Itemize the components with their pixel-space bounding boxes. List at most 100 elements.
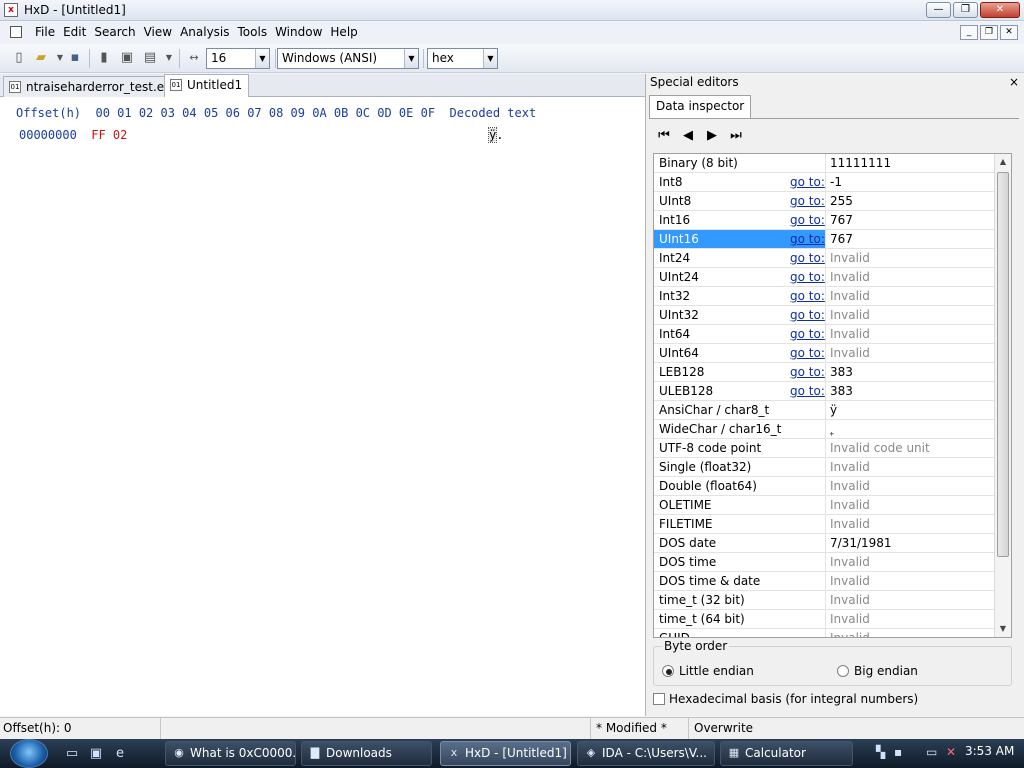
hex-row[interactable]: 00000000 FF 02 xyxy=(19,128,127,142)
close-icon[interactable]: ✕ xyxy=(980,2,1020,18)
table-row[interactable]: Binary (8 bit) 11111111 xyxy=(654,154,995,173)
goto-link[interactable]: go to: xyxy=(790,249,825,267)
row-value[interactable]: 767 xyxy=(830,230,853,248)
row-value[interactable]: Invalid xyxy=(830,553,870,571)
row-value[interactable]: 767 xyxy=(830,211,853,229)
table-row[interactable]: AnsiChar / char8_t ÿ xyxy=(654,401,995,420)
row-value[interactable]: 255 xyxy=(830,192,853,210)
menu-analysis[interactable]: Analysis xyxy=(176,25,233,39)
scroll-thumb[interactable] xyxy=(997,172,1009,557)
table-row[interactable]: UInt32 go to: Invalid xyxy=(654,306,995,325)
open-dropdown-icon[interactable]: ▼ xyxy=(52,50,68,66)
tray-app-icon[interactable]: ▪ xyxy=(894,745,902,759)
start-button[interactable] xyxy=(10,739,48,768)
row-value[interactable]: ˿ xyxy=(830,420,834,438)
last-icon[interactable]: ⏭ xyxy=(728,128,744,143)
tab-data-inspector[interactable]: Data inspector xyxy=(649,95,752,118)
panel-close-icon[interactable]: × xyxy=(1009,74,1019,91)
display-icon[interactable]: ▭ xyxy=(926,745,937,759)
minimize-icon[interactable]: — xyxy=(926,2,951,18)
taskbar-button[interactable]: ▇ Downloads xyxy=(301,741,432,766)
row-value[interactable]: 383 xyxy=(830,382,853,400)
chevron-down-icon[interactable]: ▼ xyxy=(404,49,418,68)
radio-selected-icon[interactable] xyxy=(662,665,674,677)
row-value[interactable]: Invalid xyxy=(830,287,870,305)
bytes-per-row-select[interactable]: 16 ▼ xyxy=(206,48,270,69)
menu-file[interactable]: File xyxy=(31,25,59,39)
row-value[interactable]: Invalid xyxy=(830,629,870,637)
show-desktop-icon[interactable]: ▭ xyxy=(64,746,80,762)
row-value[interactable]: Invalid xyxy=(830,610,870,628)
document-menu-icon[interactable] xyxy=(10,26,22,38)
decoded-text-row[interactable]: ÿ. xyxy=(487,127,503,143)
volume-muted-icon[interactable]: ✕ xyxy=(946,745,956,759)
switch-windows-icon[interactable]: ▣ xyxy=(88,746,104,762)
charset-select[interactable]: Windows (ANSI) ▼ xyxy=(277,48,419,69)
chevron-down-icon[interactable]: ▼ xyxy=(255,49,269,68)
save-icon[interactable]: ▪ xyxy=(67,50,83,66)
offset-base-select[interactable]: hex ▼ xyxy=(427,48,498,69)
decoded-char[interactable]: . xyxy=(496,128,503,142)
menu-search[interactable]: Search xyxy=(90,25,139,39)
doc-close-icon[interactable]: ✕ xyxy=(1000,25,1018,40)
goto-link[interactable]: go to: xyxy=(790,173,825,191)
row-value[interactable]: 7/31/1981 xyxy=(830,534,892,552)
table-row[interactable]: Int32 go to: Invalid xyxy=(654,287,995,306)
goto-link[interactable]: go to: xyxy=(790,211,825,229)
table-row[interactable]: Int8 go to: -1 xyxy=(654,173,995,192)
row-value[interactable]: Invalid xyxy=(830,249,870,267)
menu-view[interactable]: View xyxy=(140,25,176,39)
cut-icon[interactable]: ▮ xyxy=(96,50,112,66)
table-row[interactable]: OLETIME Invalid xyxy=(654,496,995,515)
goto-link[interactable]: go to: xyxy=(790,268,825,286)
goto-link[interactable]: go to: xyxy=(790,306,825,324)
taskbar-button[interactable]: ◈ IDA - C:\Users\V... xyxy=(577,741,715,766)
taskbar-button[interactable]: ▦ Calculator xyxy=(720,741,853,766)
row-value[interactable]: ÿ xyxy=(830,401,837,419)
table-row[interactable]: UInt64 go to: Invalid xyxy=(654,344,995,363)
radio-unselected-icon[interactable] xyxy=(837,665,849,677)
table-row[interactable]: LEB128 go to: 383 xyxy=(654,363,995,382)
paste-dropdown-icon[interactable]: ▼ xyxy=(161,50,177,66)
next-icon[interactable]: ▶ xyxy=(704,128,720,143)
goto-link[interactable]: go to: xyxy=(790,382,825,400)
paste-icon[interactable]: ▤ xyxy=(142,50,158,66)
open-folder-icon[interactable]: ▰ xyxy=(33,50,49,66)
scroll-up-icon[interactable]: ▲ xyxy=(995,154,1011,170)
table-row[interactable]: UInt24 go to: Invalid xyxy=(654,268,995,287)
little-endian-radio[interactable]: Little endian xyxy=(662,664,754,678)
row-value[interactable]: Invalid xyxy=(830,458,870,476)
row-value[interactable]: -1 xyxy=(830,173,842,191)
table-row[interactable]: FILETIME Invalid xyxy=(654,515,995,534)
first-icon[interactable]: ⏮ xyxy=(656,128,672,143)
row-value[interactable]: Invalid xyxy=(830,496,870,514)
goto-link[interactable]: go to: xyxy=(790,230,825,248)
table-row[interactable]: Int24 go to: Invalid xyxy=(654,249,995,268)
table-row[interactable]: DOS date 7/31/1981 xyxy=(654,534,995,553)
hex-basis-checkbox[interactable]: Hexadecimal basis (for integral numbers) xyxy=(653,692,918,706)
hex-editor[interactable]: Offset(h) 00 01 02 03 04 05 06 07 08 09 … xyxy=(0,97,645,716)
hxd-app-icon[interactable]: x xyxy=(4,3,18,17)
clock[interactable]: 3:53 AM xyxy=(965,744,1014,758)
data-inspector-grid[interactable]: Binary (8 bit) 11111111 Int8 go to: -1 UInt8 g… xyxy=(653,153,1012,638)
table-row[interactable]: UInt8 go to: 255 xyxy=(654,192,995,211)
tab-untitled1[interactable]: 01 Untitled1 xyxy=(164,74,250,98)
row-value[interactable]: Invalid xyxy=(830,325,870,343)
table-row[interactable]: time_t (32 bit) Invalid xyxy=(654,591,995,610)
previous-icon[interactable]: ◀ xyxy=(680,128,696,143)
table-row[interactable]: time_t (64 bit) Invalid xyxy=(654,610,995,629)
status-mode[interactable]: Overwrite xyxy=(688,718,753,739)
goto-link[interactable]: go to: xyxy=(790,287,825,305)
copy-icon[interactable]: ▣ xyxy=(119,50,135,66)
row-value[interactable]: Invalid xyxy=(830,477,870,495)
row-value[interactable]: Invalid code unit xyxy=(830,439,930,457)
row-value[interactable]: Invalid xyxy=(830,572,870,590)
row-bytes[interactable]: FF 02 xyxy=(91,128,127,142)
menu-edit[interactable]: Edit xyxy=(59,25,90,39)
table-row[interactable]: Int16 go to: 767 xyxy=(654,211,995,230)
inspector-scrollbar[interactable]: ▲ ▼ xyxy=(994,154,1011,637)
table-row[interactable]: UInt16 go to: 767 xyxy=(654,230,995,249)
menu-window[interactable]: Window xyxy=(271,25,326,39)
row-value[interactable]: Invalid xyxy=(830,591,870,609)
checkbox-icon[interactable] xyxy=(653,693,665,705)
